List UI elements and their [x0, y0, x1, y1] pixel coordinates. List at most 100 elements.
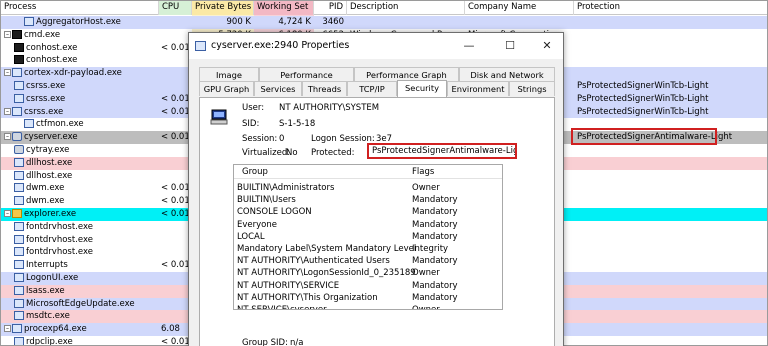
column-private-bytes[interactable]: Private Bytes: [192, 1, 254, 15]
tab-security[interactable]: Security: [397, 80, 447, 97]
process-prot-cell: [574, 208, 767, 221]
tab-row-bottom: GPU Graph Services Threads TCP/IP Securi…: [199, 80, 555, 97]
tab-tcpip[interactable]: TCP/IP: [347, 81, 397, 96]
tree-expander-icon[interactable]: –: [4, 325, 11, 333]
flags-column-header[interactable]: Flags: [412, 165, 434, 179]
process-prot-cell: [574, 16, 767, 29]
column-protection[interactable]: Protection: [574, 1, 767, 15]
tab-performance[interactable]: Performance: [259, 67, 354, 82]
process-icon: [12, 324, 22, 334]
process-prot-cell: [574, 246, 767, 259]
group-flags: Mandatory: [412, 280, 458, 291]
close-button[interactable]: ✕: [531, 33, 563, 59]
protected-value-field[interactable]: PsProtectedSignerAntimalware-Light: [367, 143, 517, 159]
column-company[interactable]: Company Name: [465, 1, 574, 15]
process-name: dwm.exe: [26, 196, 65, 207]
process-icon: [14, 311, 24, 321]
process-name-cell: fontdrvhost.exe: [1, 246, 159, 259]
logon-session-label: Logon Session:: [311, 134, 375, 144]
group-flags: Owner: [412, 183, 440, 193]
protection-highlight-box: [571, 128, 717, 145]
tab-disk-network[interactable]: Disk and Network: [459, 67, 555, 82]
process-prot-cell: [574, 157, 767, 170]
column-description[interactable]: Description: [347, 1, 465, 15]
tree-expander-icon[interactable]: –: [4, 209, 11, 217]
group-row[interactable]: NT AUTHORITY\This Organization Mandatory: [234, 292, 502, 304]
minimize-button[interactable]: —: [453, 33, 485, 59]
group-row[interactable]: Mandatory Label\System Mandatory Level In…: [234, 243, 502, 255]
process-name: lsass.exe: [26, 285, 65, 296]
group-row[interactable]: LOCAL Mandatory: [234, 231, 502, 243]
group-name: Mandatory Label\System Mandatory Level: [237, 243, 417, 254]
process-name: explorer.exe: [24, 208, 77, 219]
group-name: Everyone: [237, 219, 277, 230]
process-name-cell: csrss.exe: [1, 93, 159, 106]
group-row[interactable]: CONSOLE LOGON Mandatory: [234, 206, 502, 218]
sid-label: SID:: [242, 119, 260, 129]
dialog-titlebar: cyserver.exe:2940 Properties — ☐ ✕: [189, 33, 563, 59]
process-prot-cell: PsProtectedSignerWinTcb-Light: [577, 80, 709, 91]
tab-strings[interactable]: Strings: [509, 81, 555, 96]
maximize-button[interactable]: ☐: [494, 33, 526, 59]
group-row[interactable]: BUILTIN\Users Mandatory: [234, 194, 502, 206]
protected-value: PsProtectedSignerAntimalware-Light: [372, 146, 517, 156]
process-icon: [14, 234, 24, 244]
tree-expander-icon[interactable]: –: [4, 30, 11, 38]
group-row[interactable]: NT SERVICE\cyserver Owner: [234, 304, 502, 309]
process-name: Interrupts: [26, 260, 68, 271]
virtualized-value: No: [286, 148, 298, 158]
groups-list[interactable]: Group Flags BUILTIN\Administrators Owner B…: [233, 164, 503, 310]
tab-gpu-graph[interactable]: GPU Graph: [199, 81, 254, 96]
protected-label: Protected:: [311, 148, 355, 158]
tab-image[interactable]: Image: [199, 67, 259, 82]
groups-list-header: Group Flags: [234, 165, 502, 179]
session-label: Session:: [242, 134, 278, 144]
process-prot-cell: [574, 234, 767, 247]
properties-dialog: cyserver.exe:2940 Properties — ☐ ✕ Image…: [188, 32, 564, 346]
tab-threads[interactable]: Threads: [302, 81, 347, 96]
process-icon: [14, 285, 24, 295]
process-name: MicrosoftEdgeUpdate.exe: [26, 298, 135, 309]
group-row[interactable]: Everyone Mandatory: [234, 219, 502, 231]
process-name-cell: dwm.exe: [1, 195, 159, 208]
group-flags: Owner: [412, 268, 440, 279]
group-row[interactable]: NT AUTHORITY\Authenticated Users Mandator…: [234, 255, 502, 267]
virtualized-label: Virtualized:: [242, 148, 291, 158]
process-name: cmd.exe: [24, 29, 61, 40]
tree-expander-icon[interactable]: –: [4, 69, 11, 77]
process-pb-cell: 900 K: [226, 17, 252, 27]
group-row[interactable]: NT AUTHORITY\SERVICE Mandatory: [234, 280, 502, 292]
column-process[interactable]: Process: [1, 1, 159, 15]
group-flags: Mandatory: [412, 231, 458, 242]
column-pid[interactable]: PID: [314, 1, 347, 15]
process-prot-cell: [574, 42, 767, 55]
group-column-header[interactable]: Group: [242, 165, 268, 179]
process-icon: [12, 132, 22, 142]
group-row[interactable]: BUILTIN\Administrators Owner: [234, 182, 502, 194]
group-name: NT AUTHORITY\Authenticated Users: [237, 256, 390, 267]
process-name-cell: fontdrvhost.exe: [1, 234, 159, 247]
tab-environment[interactable]: Environment: [447, 81, 509, 96]
session-value: 0: [279, 134, 285, 144]
process-name: dllhost.exe: [26, 170, 73, 181]
tree-expander-icon[interactable]: –: [4, 133, 11, 141]
group-flags: Mandatory: [412, 256, 458, 267]
process-prot-cell: [574, 298, 767, 311]
process-row[interactable]: AggregatorHost.exe 900 K 4,724 K 3460: [1, 16, 767, 29]
process-name-cell: MicrosoftEdgeUpdate.exe: [1, 298, 159, 311]
process-name-cell: Interrupts: [1, 259, 159, 272]
security-panel: User: NT AUTHORITY\SYSTEM SID: S-1-5-18 …: [199, 97, 555, 346]
tree-expander-icon[interactable]: –: [4, 107, 11, 115]
tab-row-top: Image Performance Performance Graph Disk…: [199, 67, 555, 82]
process-prot-cell: [574, 54, 767, 67]
process-name: csrss.exe: [24, 106, 64, 117]
column-cpu[interactable]: CPU: [159, 1, 192, 15]
process-prot-cell: [574, 323, 767, 336]
tab-services[interactable]: Services: [254, 81, 302, 96]
group-flags: Mandatory: [412, 195, 458, 206]
process-name: conhost.exe: [26, 55, 78, 66]
group-row[interactable]: NT AUTHORITY\LogonSessionId_0_235189 Owne…: [234, 267, 502, 279]
process-icon: [14, 196, 24, 206]
process-prot-cell: [574, 336, 767, 345]
column-working-set[interactable]: Working Set: [254, 1, 314, 15]
